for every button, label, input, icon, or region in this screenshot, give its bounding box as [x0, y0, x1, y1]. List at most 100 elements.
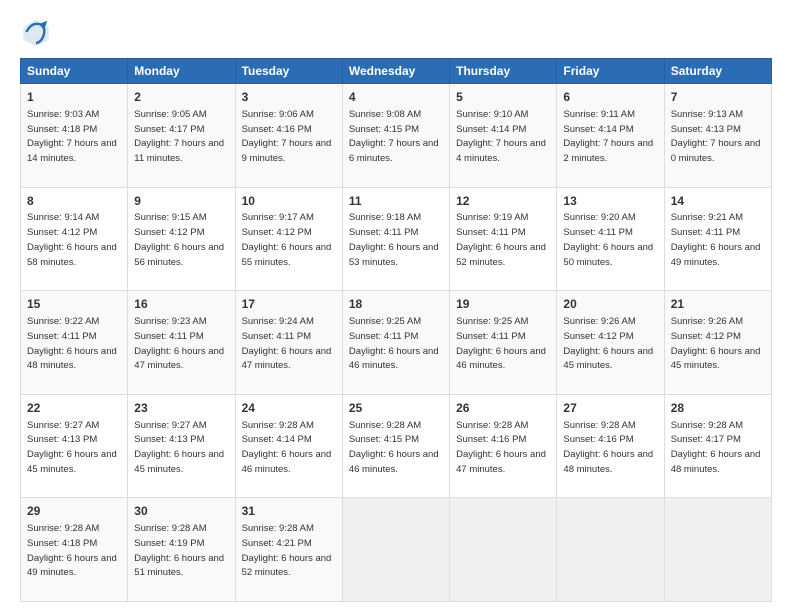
calendar-cell [664, 498, 771, 602]
calendar-cell: 30Sunrise: 9:28 AMSunset: 4:19 PMDayligh… [128, 498, 235, 602]
calendar-cell: 8 Sunrise: 9:14 AMSunset: 4:12 PMDaylight… [21, 187, 128, 291]
weekday-header-monday: Monday [128, 59, 235, 84]
calendar-cell: 28 Sunrise: 9:28 AMSunset: 4:17 PMDayligh… [664, 394, 771, 498]
day-detail: Sunrise: 9:17 AMSunset: 4:12 PMDaylight:… [242, 212, 332, 267]
day-detail: Sunrise: 9:20 AMSunset: 4:11 PMDaylight:… [563, 212, 653, 267]
day-detail: Sunrise: 9:27 AMSunset: 4:13 PMDaylight:… [134, 420, 224, 475]
day-number: 10 [242, 193, 336, 210]
calendar-cell: 12Sunrise: 9:19 AMSunset: 4:11 PMDayligh… [450, 187, 557, 291]
day-number: 6 [563, 89, 657, 106]
calendar-cell: 31 Sunrise: 9:28 AMSunset: 4:21 PMDayligh… [235, 498, 342, 602]
day-number: 21 [671, 296, 765, 313]
weekday-header-row: SundayMondayTuesdayWednesdayThursdayFrid… [21, 59, 772, 84]
calendar-cell: 2 Sunrise: 9:05 AMSunset: 4:17 PMDaylight… [128, 84, 235, 188]
day-number: 1 [27, 89, 121, 106]
day-detail: Sunrise: 9:27 AMSunset: 4:13 PMDaylight:… [27, 420, 117, 475]
header [20, 16, 772, 48]
day-number: 16 [134, 296, 228, 313]
day-detail: Sunrise: 9:06 AMSunset: 4:16 PMDaylight:… [242, 109, 332, 164]
day-number: 28 [671, 400, 765, 417]
day-number: 2 [134, 89, 228, 106]
calendar-cell: 14Sunrise: 9:21 AMSunset: 4:11 PMDayligh… [664, 187, 771, 291]
calendar-cell: 10 Sunrise: 9:17 AMSunset: 4:12 PMDayligh… [235, 187, 342, 291]
calendar-cell: 11Sunrise: 9:18 AMSunset: 4:11 PMDayligh… [342, 187, 449, 291]
day-number: 31 [242, 503, 336, 520]
logo-icon [20, 16, 52, 48]
day-number: 24 [242, 400, 336, 417]
calendar-cell: 21 Sunrise: 9:26 AMSunset: 4:12 PMDayligh… [664, 291, 771, 395]
calendar-cell: 18 Sunrise: 9:25 AMSunset: 4:11 PMDayligh… [342, 291, 449, 395]
day-detail: Sunrise: 9:11 AMSunset: 4:14 PMDaylight:… [563, 109, 653, 164]
day-number: 25 [349, 400, 443, 417]
day-detail: Sunrise: 9:26 AMSunset: 4:12 PMDaylight:… [671, 316, 761, 371]
day-detail: Sunrise: 9:23 AMSunset: 4:11 PMDaylight:… [134, 316, 224, 371]
page: SundayMondayTuesdayWednesdayThursdayFrid… [0, 0, 792, 612]
calendar-week-2: 8 Sunrise: 9:14 AMSunset: 4:12 PMDaylight… [21, 187, 772, 291]
calendar-cell: 1 Sunrise: 9:03 AMSunset: 4:18 PMDaylight… [21, 84, 128, 188]
weekday-header-friday: Friday [557, 59, 664, 84]
day-number: 18 [349, 296, 443, 313]
calendar-cell [450, 498, 557, 602]
day-detail: Sunrise: 9:05 AMSunset: 4:17 PMDaylight:… [134, 109, 224, 164]
day-detail: Sunrise: 9:22 AMSunset: 4:11 PMDaylight:… [27, 316, 117, 371]
day-detail: Sunrise: 9:28 AMSunset: 4:21 PMDaylight:… [242, 523, 332, 578]
day-number: 17 [242, 296, 336, 313]
day-number: 3 [242, 89, 336, 106]
day-number: 13 [563, 193, 657, 210]
calendar-cell: 20Sunrise: 9:26 AMSunset: 4:12 PMDayligh… [557, 291, 664, 395]
calendar-table: SundayMondayTuesdayWednesdayThursdayFrid… [20, 58, 772, 602]
day-number: 5 [456, 89, 550, 106]
calendar-cell: 7 Sunrise: 9:13 AMSunset: 4:13 PMDaylight… [664, 84, 771, 188]
day-detail: Sunrise: 9:28 AMSunset: 4:14 PMDaylight:… [242, 420, 332, 475]
calendar-cell: 19Sunrise: 9:25 AMSunset: 4:11 PMDayligh… [450, 291, 557, 395]
calendar-cell: 3 Sunrise: 9:06 AMSunset: 4:16 PMDaylight… [235, 84, 342, 188]
day-detail: Sunrise: 9:24 AMSunset: 4:11 PMDaylight:… [242, 316, 332, 371]
day-detail: Sunrise: 9:25 AMSunset: 4:11 PMDaylight:… [349, 316, 439, 371]
day-number: 4 [349, 89, 443, 106]
day-number: 12 [456, 193, 550, 210]
day-number: 26 [456, 400, 550, 417]
day-number: 15 [27, 296, 121, 313]
day-number: 9 [134, 193, 228, 210]
calendar-cell: 26Sunrise: 9:28 AMSunset: 4:16 PMDayligh… [450, 394, 557, 498]
calendar-cell: 6 Sunrise: 9:11 AMSunset: 4:14 PMDaylight… [557, 84, 664, 188]
day-number: 20 [563, 296, 657, 313]
day-number: 29 [27, 503, 121, 520]
day-detail: Sunrise: 9:15 AMSunset: 4:12 PMDaylight:… [134, 212, 224, 267]
calendar-week-1: 1 Sunrise: 9:03 AMSunset: 4:18 PMDaylight… [21, 84, 772, 188]
day-number: 27 [563, 400, 657, 417]
day-detail: Sunrise: 9:28 AMSunset: 4:15 PMDaylight:… [349, 420, 439, 475]
day-number: 19 [456, 296, 550, 313]
day-number: 7 [671, 89, 765, 106]
day-detail: Sunrise: 9:14 AMSunset: 4:12 PMDaylight:… [27, 212, 117, 267]
day-detail: Sunrise: 9:13 AMSunset: 4:13 PMDaylight:… [671, 109, 761, 164]
calendar-cell: 29Sunrise: 9:28 AMSunset: 4:18 PMDayligh… [21, 498, 128, 602]
calendar-cell: 4Sunrise: 9:08 AMSunset: 4:15 PMDaylight… [342, 84, 449, 188]
day-detail: Sunrise: 9:10 AMSunset: 4:14 PMDaylight:… [456, 109, 546, 164]
calendar-cell: 9 Sunrise: 9:15 AMSunset: 4:12 PMDaylight… [128, 187, 235, 291]
calendar-cell: 23 Sunrise: 9:27 AMSunset: 4:13 PMDayligh… [128, 394, 235, 498]
logo [20, 16, 58, 48]
day-number: 23 [134, 400, 228, 417]
day-detail: Sunrise: 9:28 AMSunset: 4:16 PMDaylight:… [563, 420, 653, 475]
weekday-header-sunday: Sunday [21, 59, 128, 84]
calendar-cell [342, 498, 449, 602]
calendar-cell: 5 Sunrise: 9:10 AMSunset: 4:14 PMDaylight… [450, 84, 557, 188]
day-detail: Sunrise: 9:03 AMSunset: 4:18 PMDaylight:… [27, 109, 117, 164]
calendar-week-4: 22 Sunrise: 9:27 AMSunset: 4:13 PMDayligh… [21, 394, 772, 498]
calendar-cell: 17 Sunrise: 9:24 AMSunset: 4:11 PMDayligh… [235, 291, 342, 395]
calendar-week-3: 15 Sunrise: 9:22 AMSunset: 4:11 PMDayligh… [21, 291, 772, 395]
day-number: 22 [27, 400, 121, 417]
calendar-cell [557, 498, 664, 602]
weekday-header-wednesday: Wednesday [342, 59, 449, 84]
day-detail: Sunrise: 9:18 AMSunset: 4:11 PMDaylight:… [349, 212, 439, 267]
calendar-cell: 22 Sunrise: 9:27 AMSunset: 4:13 PMDayligh… [21, 394, 128, 498]
calendar-cell: 15 Sunrise: 9:22 AMSunset: 4:11 PMDayligh… [21, 291, 128, 395]
day-detail: Sunrise: 9:28 AMSunset: 4:17 PMDaylight:… [671, 420, 761, 475]
calendar-week-5: 29Sunrise: 9:28 AMSunset: 4:18 PMDayligh… [21, 498, 772, 602]
calendar-cell: 13 Sunrise: 9:20 AMSunset: 4:11 PMDayligh… [557, 187, 664, 291]
day-number: 8 [27, 193, 121, 210]
calendar-cell: 27 Sunrise: 9:28 AMSunset: 4:16 PMDayligh… [557, 394, 664, 498]
day-number: 14 [671, 193, 765, 210]
day-number: 30 [134, 503, 228, 520]
